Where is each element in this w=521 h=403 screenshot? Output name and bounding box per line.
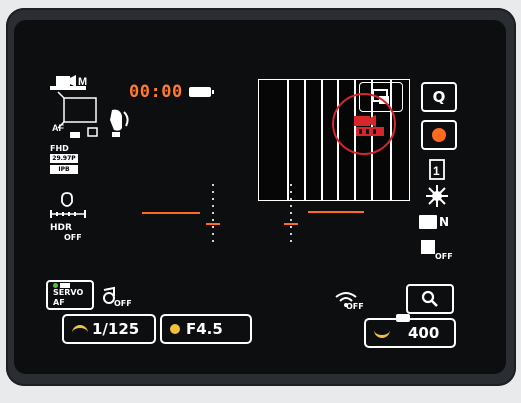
compression-badge: IPB (50, 165, 78, 174)
iso-value: 400 (408, 324, 440, 342)
iso-badge (396, 314, 410, 322)
level-marker-left (206, 223, 220, 225)
hdr-setting[interactable]: HDR OFF (50, 223, 90, 243)
camera-rear: M AF 00:00 FHD 29.97P IPB HDR OFF Q 1 N … (0, 0, 521, 403)
battery-icon (189, 87, 214, 97)
hdr-state: OFF (64, 233, 82, 242)
svg-text:AF: AF (52, 123, 64, 133)
pitch-scale-right (290, 184, 292, 244)
noise-reduction-label: N (439, 215, 450, 229)
iso-dial-icon (374, 329, 390, 338)
single-shot-icon[interactable]: 1 (428, 159, 448, 181)
magnify-button[interactable] (406, 284, 454, 314)
af-mode-label: SERVO AF (53, 287, 84, 307)
image-stabilizer-icon[interactable] (106, 106, 134, 138)
lcd-screen: M AF 00:00 FHD 29.97P IPB HDR OFF Q 1 N … (14, 20, 506, 374)
shutter-speed-button[interactable]: 1/125 (62, 314, 156, 344)
touch-shutter-state: OFF (114, 299, 132, 308)
iso-button[interactable]: 400 (364, 314, 456, 348)
auto-white-balance-icon[interactable] (424, 183, 450, 209)
hdr-label: HDR (50, 223, 72, 233)
level-marker-right (284, 223, 298, 225)
highlight-tone-state: OFF (435, 252, 453, 261)
wifi-state: OFF (346, 302, 364, 311)
highlight-tone-setting[interactable]: OFF (421, 238, 457, 264)
level-line-left (142, 212, 200, 214)
highlight-tone-icon (421, 240, 435, 254)
noise-reduction-setting[interactable]: N (419, 213, 455, 231)
fhd-label: FHD (50, 144, 69, 153)
magnify-icon (421, 290, 438, 307)
quick-control-label: Q (432, 88, 446, 106)
quick-control-button[interactable]: Q (421, 82, 457, 112)
annotation-circle (332, 93, 396, 155)
shutter-dial-icon (72, 324, 88, 334)
frame-rate-badge: 29.97P (50, 154, 78, 163)
servo-af-button[interactable]: SERVO AF (46, 280, 94, 310)
record-button[interactable] (421, 120, 457, 150)
audio-level-icon[interactable] (48, 192, 88, 222)
aperture-value: F4.5 (186, 320, 223, 338)
timecode: 00:00 (129, 82, 183, 102)
pitch-scale-left (212, 184, 214, 244)
svg-text:1: 1 (433, 164, 440, 178)
shutter-speed-value: 1/125 (92, 320, 140, 338)
aperture-button[interactable]: F4.5 (160, 314, 252, 344)
noise-reduction-icon (419, 215, 437, 229)
aperture-dial-icon (170, 324, 180, 334)
movie-quality-stack[interactable]: FHD 29.97P IPB (50, 144, 78, 174)
level-line-right (308, 211, 364, 213)
record-dot-icon (432, 128, 446, 142)
